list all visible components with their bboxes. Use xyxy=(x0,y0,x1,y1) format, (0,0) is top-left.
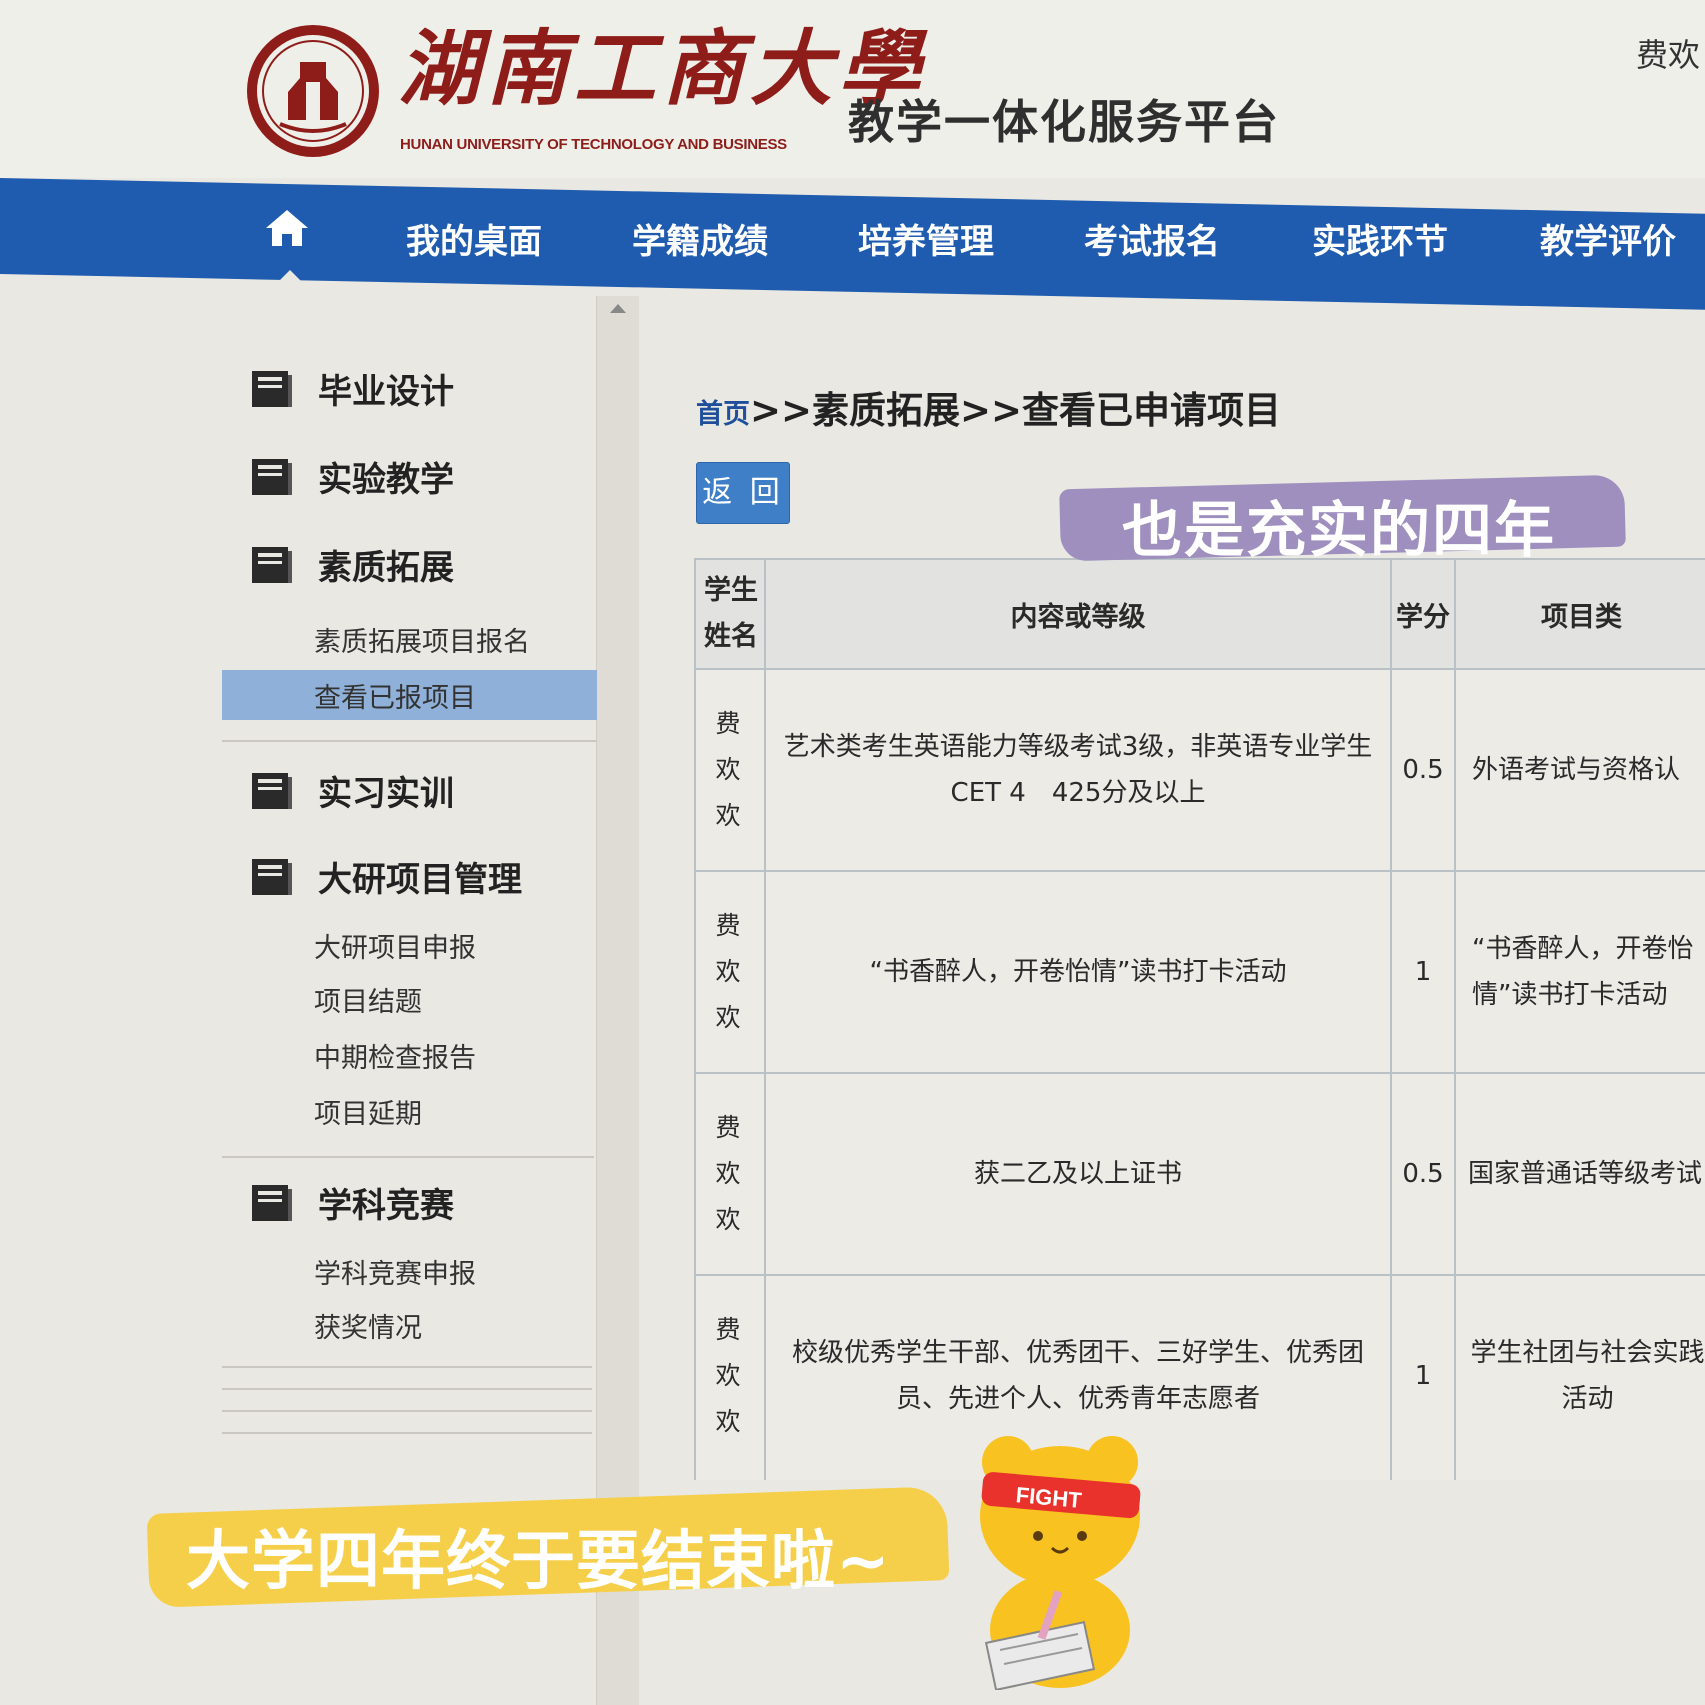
cell-content: 获二乙及以上证书 xyxy=(973,1159,1182,1189)
sidebar-item-quality-signup[interactable]: 素质拓展项目报名 xyxy=(314,620,530,659)
cell-student-name: 费欢欢 xyxy=(715,911,741,1032)
sidebar-scrollbar[interactable] xyxy=(596,296,639,1705)
sidebar-section-label: 素质拓展 xyxy=(318,548,454,588)
platform-title: 教学一体化服务平台 xyxy=(848,95,1280,149)
nav-item-status-grades[interactable]: 学籍成绩 xyxy=(632,214,768,263)
university-logo-cn: 湖南工商大學 xyxy=(398,21,926,117)
user-name[interactable]: 费欢 xyxy=(1636,30,1700,76)
sidebar-item-research-apply[interactable]: 大研项目申报 xyxy=(314,926,476,965)
breadcrumb-home-link[interactable]: 首页 xyxy=(696,399,750,430)
sidebar-item-competition-apply[interactable]: 学科竞赛申报 xyxy=(314,1252,476,1291)
nav-active-caret xyxy=(276,270,304,284)
university-seal-icon xyxy=(247,25,379,157)
sidebar-item-project-extension[interactable]: 项目延期 xyxy=(314,1092,422,1131)
cell-category: 外语考试与资格认 xyxy=(1472,755,1681,785)
sidebar-divider xyxy=(222,740,597,742)
sidebar-section-label: 实验教学 xyxy=(318,460,454,500)
book-icon xyxy=(252,772,292,809)
cell-student-name: 费欢欢 xyxy=(715,709,741,830)
cell-credit: 1 xyxy=(1414,1361,1432,1391)
table-col-divider xyxy=(1454,560,1456,1480)
sidebar-section-research-projects[interactable]: 大研项目管理 xyxy=(250,852,522,901)
sidebar-section-graduation-design[interactable]: 毕业设计 xyxy=(250,364,454,413)
sidebar-divider xyxy=(222,1410,592,1412)
cell-category: “书香醉人，开卷怡情”读书打卡活动 xyxy=(1472,934,1694,1010)
breadcrumb-trail: >>素质拓展>>查看已申请项目 xyxy=(750,389,1282,432)
book-icon xyxy=(252,1184,292,1221)
book-icon xyxy=(252,458,292,495)
header-category: 项目类 xyxy=(1541,601,1622,633)
sidebar-section-quality-expansion[interactable]: 素质拓展 xyxy=(250,540,454,589)
sidebar-divider xyxy=(222,1366,592,1368)
nav-item-evaluation[interactable]: 教学评价 xyxy=(1540,214,1676,263)
nav-item-desktop[interactable]: 我的桌面 xyxy=(406,214,542,263)
sidebar-section-label: 大研项目管理 xyxy=(318,860,522,900)
book-icon xyxy=(252,546,292,583)
nav-item-practice[interactable]: 实践环节 xyxy=(1312,214,1448,263)
header-student-name-text: 学生姓名 xyxy=(704,575,758,652)
cell-credit: 0.5 xyxy=(1402,755,1444,785)
cell-category: 国家普通话等级考试 xyxy=(1468,1159,1703,1189)
header-content-level: 内容或等级 xyxy=(1010,601,1146,633)
sidebar-item-midterm-report[interactable]: 中期检查报告 xyxy=(314,1036,476,1075)
sidebar-item-project-conclusion[interactable]: 项目结题 xyxy=(314,980,422,1019)
caption-top: 也是充实的四年 xyxy=(1122,496,1556,566)
sidebar-section-label: 实习实训 xyxy=(318,774,454,814)
sidebar-section-competitions[interactable]: 学科竞赛 xyxy=(250,1178,454,1227)
sidebar-divider xyxy=(222,1432,592,1434)
sidebar-section-label: 毕业设计 xyxy=(318,372,454,412)
back-button[interactable]: 返 回 xyxy=(696,462,790,524)
header-student-name: 学生姓名 xyxy=(700,560,762,668)
sidebar-divider xyxy=(222,1388,592,1390)
sidebar-section-label: 学科竞赛 xyxy=(318,1186,454,1226)
cell-credit: 0.5 xyxy=(1402,1159,1444,1189)
sidebar-item-awards[interactable]: 获奖情况 xyxy=(314,1306,422,1345)
sidebar xyxy=(0,290,600,1705)
cell-content: 艺术类考生英语能力等级考试3级，非英语专业学生CET 4 425分及以上 xyxy=(783,732,1373,808)
cell-credit: 1 xyxy=(1414,957,1432,987)
nav-item-training[interactable]: 培养管理 xyxy=(858,214,994,263)
sidebar-divider xyxy=(222,1156,594,1158)
cell-student-name: 费欢欢 xyxy=(715,1113,741,1234)
table-col-divider xyxy=(764,560,766,1480)
caption-bottom: 大学四年终于要结束啦~ xyxy=(186,1525,891,1599)
home-icon[interactable] xyxy=(262,206,312,250)
book-icon xyxy=(252,858,292,895)
university-logo-en: HUNAN UNIVERSITY OF TECHNOLOGY AND BUSIN… xyxy=(400,136,787,153)
sidebar-section-internship[interactable]: 实习实训 xyxy=(250,766,454,815)
scroll-up-icon[interactable] xyxy=(610,304,626,313)
nav-item-exam-signup[interactable]: 考试报名 xyxy=(1084,214,1220,263)
cell-student-name: 费欢欢 xyxy=(715,1315,741,1436)
bear-sticker-icon: FIGHT xyxy=(980,1436,1141,1690)
sidebar-section-experiment[interactable]: 实验教学 xyxy=(250,452,454,501)
applied-projects-table: 学生姓名 内容或等级 学分 项目类 费欢欢 艺术类考生英语能力等级考试3级，非英… xyxy=(694,558,1705,1480)
header: 湖南工商大學 HUNAN UNIVERSITY OF TECHNOLOGY AN… xyxy=(0,0,1705,178)
header-credit: 学分 xyxy=(1396,601,1450,633)
book-icon xyxy=(252,370,292,407)
cell-category: 学生社团与社会实践活动 xyxy=(1470,1338,1705,1414)
sidebar-item-view-applied[interactable]: 查看已报项目 xyxy=(314,676,476,715)
breadcrumb: 首页>>素质拓展>>查看已申请项目 xyxy=(696,380,1281,434)
cell-content: “书香醉人，开卷怡情”读书打卡活动 xyxy=(869,957,1287,987)
